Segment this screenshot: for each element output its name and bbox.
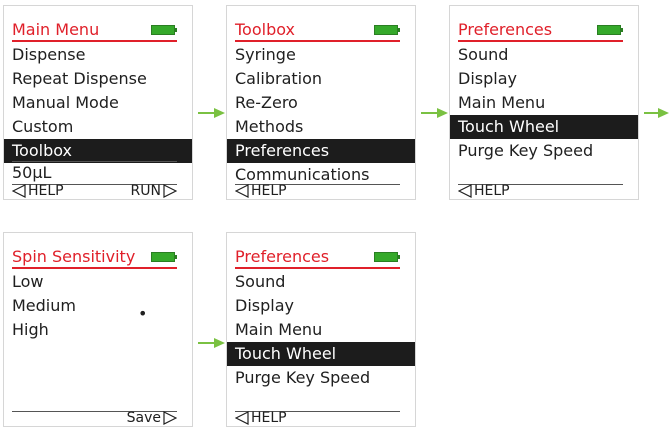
screen-header: Main Menu bbox=[4, 6, 192, 42]
battery-icon bbox=[374, 25, 400, 35]
option-high[interactable]: High bbox=[4, 318, 192, 342]
help-label: HELP bbox=[474, 183, 510, 199]
screen-spin-sensitivity: Spin Sensitivity Low Medium High • Save bbox=[3, 232, 193, 427]
screen-title: Spin Sensitivity bbox=[12, 247, 136, 266]
screen-toolbox: Toolbox Syringe Calibration Re-Zero Meth… bbox=[226, 5, 416, 200]
menu-item-custom[interactable]: Custom bbox=[4, 115, 192, 139]
run-softkey[interactable]: RUN bbox=[131, 183, 177, 199]
left-triangle-icon bbox=[235, 184, 249, 198]
menu-item-preferences[interactable]: Preferences bbox=[227, 139, 415, 163]
battery-icon bbox=[151, 25, 177, 35]
option-low[interactable]: Low bbox=[4, 270, 192, 294]
title-underline bbox=[235, 40, 400, 42]
menu-list: Syringe Calibration Re-Zero Methods Pref… bbox=[227, 43, 415, 187]
screen-header: Preferences bbox=[227, 233, 415, 269]
save-label: Save bbox=[126, 410, 161, 426]
screen-title: Preferences bbox=[235, 247, 330, 266]
arrow-right-icon bbox=[644, 108, 669, 118]
selected-option-dot-icon: • bbox=[138, 304, 148, 323]
right-triangle-icon bbox=[163, 184, 177, 198]
softkey-bar: HELP bbox=[235, 183, 400, 201]
help-softkey[interactable]: HELP bbox=[458, 183, 510, 199]
title-underline bbox=[12, 40, 177, 42]
screen-header: Toolbox bbox=[227, 6, 415, 42]
menu-item-syringe[interactable]: Syringe bbox=[227, 43, 415, 67]
screen-preferences: Preferences Sound Display Main Menu Touc… bbox=[449, 5, 639, 200]
menu-item-purge-key-speed[interactable]: Purge Key Speed bbox=[227, 366, 415, 390]
title-underline bbox=[235, 267, 400, 269]
menu-item-touch-wheel[interactable]: Touch Wheel bbox=[450, 115, 638, 139]
help-softkey[interactable]: HELP bbox=[235, 410, 287, 426]
help-label: HELP bbox=[28, 183, 64, 199]
left-triangle-icon bbox=[458, 184, 472, 198]
left-triangle-icon bbox=[12, 184, 26, 198]
menu-item-calibration[interactable]: Calibration bbox=[227, 67, 415, 91]
screen-title: Main Menu bbox=[12, 20, 100, 39]
menu-item-main-menu[interactable]: Main Menu bbox=[227, 318, 415, 342]
menu-item-repeat-dispense[interactable]: Repeat Dispense bbox=[4, 67, 192, 91]
screen-preferences-return: Preferences Sound Display Main Menu Touc… bbox=[226, 232, 416, 427]
menu-list: Dispense Repeat Dispense Manual Mode Cus… bbox=[4, 43, 192, 163]
menu-item-manual-mode[interactable]: Manual Mode bbox=[4, 91, 192, 115]
help-softkey[interactable]: HELP bbox=[235, 183, 287, 199]
screen-title: Preferences bbox=[458, 20, 553, 39]
help-label: HELP bbox=[251, 183, 287, 199]
battery-icon bbox=[151, 252, 177, 262]
title-underline bbox=[12, 267, 177, 269]
menu-item-re-zero[interactable]: Re-Zero bbox=[227, 91, 415, 115]
menu-list: Sound Display Main Menu Touch Wheel Purg… bbox=[450, 43, 638, 163]
arrow-right-icon bbox=[421, 108, 448, 118]
menu-item-purge-key-speed[interactable]: Purge Key Speed bbox=[450, 139, 638, 163]
screen-main-menu: Main Menu Dispense Repeat Dispense Manua… bbox=[3, 5, 193, 200]
battery-icon bbox=[597, 25, 623, 35]
menu-item-dispense[interactable]: Dispense bbox=[4, 43, 192, 67]
divider bbox=[12, 161, 177, 162]
menu-item-main-menu[interactable]: Main Menu bbox=[450, 91, 638, 115]
save-softkey[interactable]: Save bbox=[127, 410, 177, 426]
volume-value: 50µL bbox=[12, 163, 52, 182]
help-label: HELP bbox=[251, 410, 287, 426]
help-softkey[interactable]: HELP bbox=[12, 183, 64, 199]
option-medium[interactable]: Medium bbox=[4, 294, 192, 318]
softkey-bar: HELP RUN bbox=[12, 183, 177, 201]
menu-item-touch-wheel[interactable]: Touch Wheel bbox=[227, 342, 415, 366]
arrow-right-icon bbox=[198, 108, 225, 118]
menu-list: Sound Display Main Menu Touch Wheel Purg… bbox=[227, 270, 415, 390]
screen-title: Toolbox bbox=[235, 20, 295, 39]
menu-item-toolbox[interactable]: Toolbox bbox=[4, 139, 192, 163]
title-underline bbox=[458, 40, 623, 42]
menu-item-sound[interactable]: Sound bbox=[450, 43, 638, 67]
screen-header: Preferences bbox=[450, 6, 638, 42]
screen-header: Spin Sensitivity bbox=[4, 233, 192, 269]
menu-item-display[interactable]: Display bbox=[450, 67, 638, 91]
arrow-right-icon bbox=[198, 338, 225, 348]
menu-item-display[interactable]: Display bbox=[227, 294, 415, 318]
softkey-bar: HELP bbox=[235, 410, 400, 428]
menu-item-methods[interactable]: Methods bbox=[227, 115, 415, 139]
softkey-bar: HELP bbox=[458, 183, 623, 201]
menu-item-sound[interactable]: Sound bbox=[227, 270, 415, 294]
run-label: RUN bbox=[130, 183, 161, 199]
softkey-bar: Save bbox=[12, 410, 177, 428]
right-triangle-icon bbox=[163, 411, 177, 425]
left-triangle-icon bbox=[235, 411, 249, 425]
battery-icon bbox=[374, 252, 400, 262]
option-list: Low Medium High bbox=[4, 270, 192, 342]
